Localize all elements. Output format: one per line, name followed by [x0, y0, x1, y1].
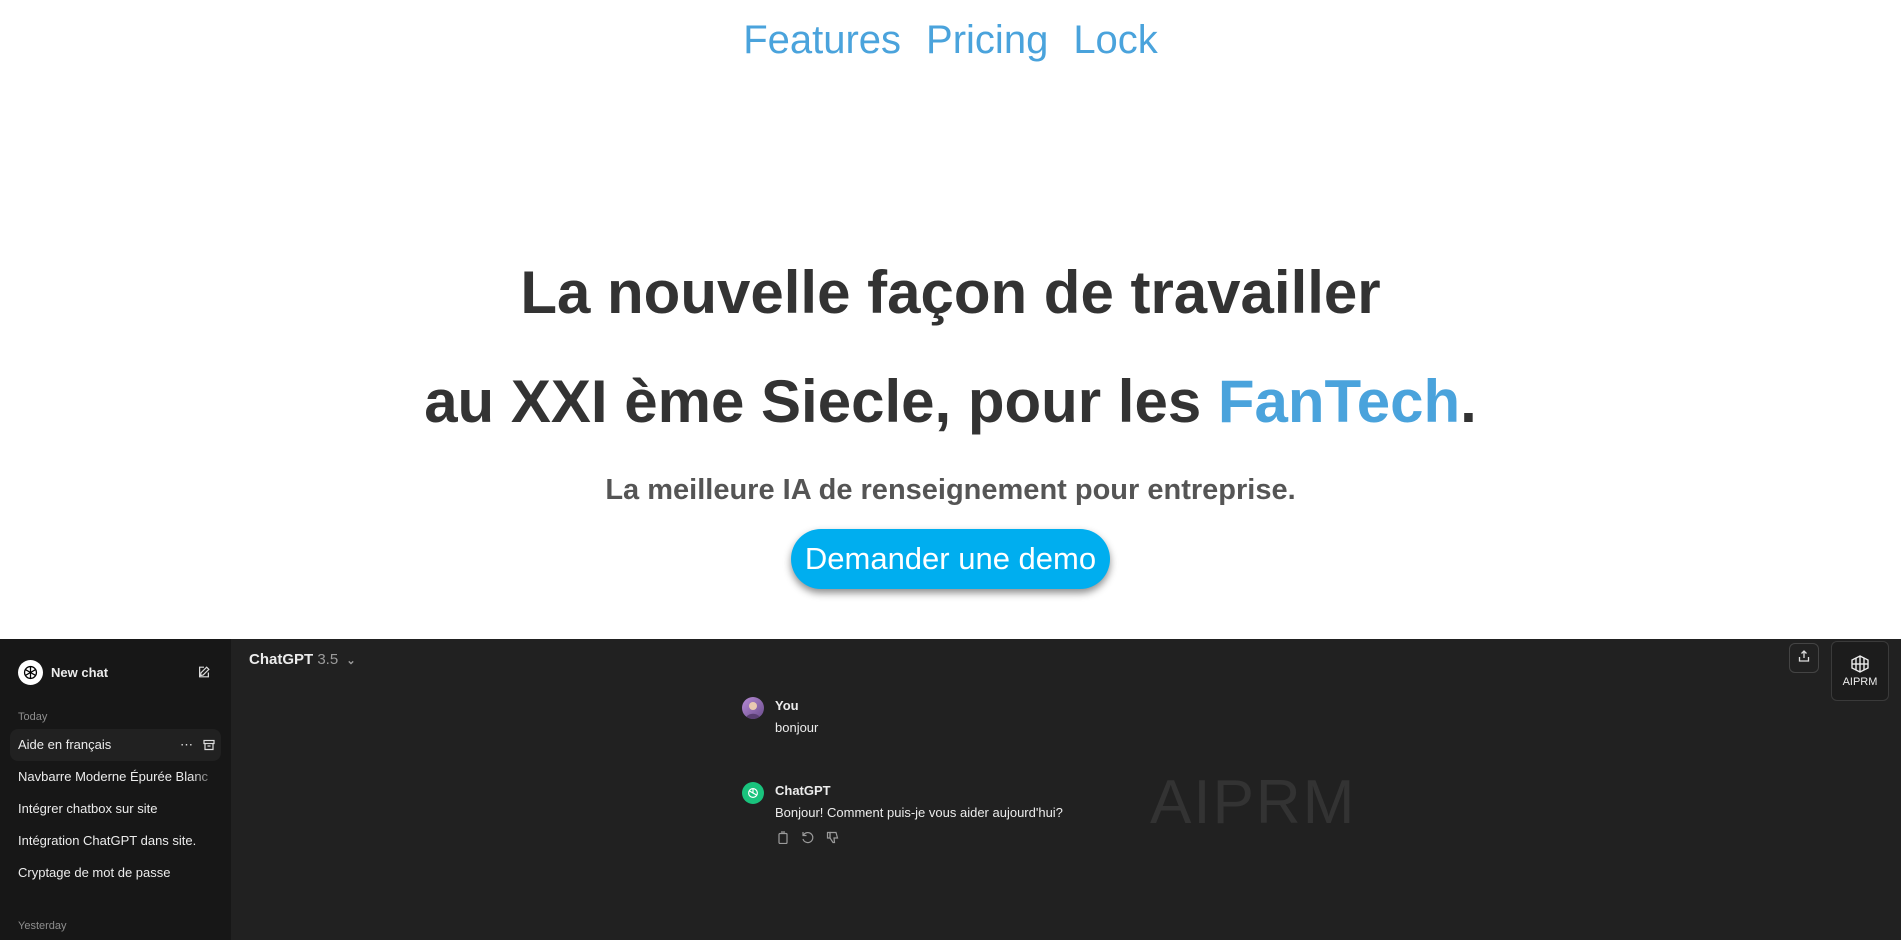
user-message-text: bonjour [775, 720, 819, 735]
hero: La nouvelle façon de travailler au XXI è… [0, 238, 1901, 589]
chat-item-integration[interactable]: Intégration ChatGPT dans site. [10, 825, 221, 857]
new-chat-label: New chat [51, 664, 109, 680]
assistant-name: ChatGPT [775, 783, 831, 798]
fade-overlay [191, 761, 221, 793]
assistant-message-text: Bonjour! Comment puis-je vous aider aujo… [775, 805, 1063, 820]
model-selector[interactable]: ChatGPT 3.5 ⌄ [249, 651, 356, 668]
archive-icon[interactable] [203, 729, 215, 761]
request-demo-button[interactable]: Demander une demo [790, 529, 1111, 589]
chat-main: ChatGPT 3.5 ⌄ AIPRM You bonjour ChatGPT … [231, 639, 1901, 940]
nav-link-pricing[interactable]: Pricing [926, 18, 1048, 63]
thumbs-down-icon[interactable] [825, 830, 840, 845]
chevron-down-icon: ⌄ [346, 655, 356, 667]
chatgpt-avatar-icon [742, 782, 764, 804]
aiprm-watermark: AIPRM [1150, 768, 1357, 837]
user-name: You [775, 698, 799, 713]
openai-logo-icon [18, 659, 43, 685]
chat-item-label: Intégration ChatGPT dans site. [18, 833, 197, 848]
chat-item-aide[interactable]: Aide en français ⋯ [10, 729, 221, 761]
chat-item-navbarre[interactable]: Navbarre Moderne Épurée Blanc [10, 761, 221, 793]
share-icon [1797, 649, 1811, 668]
top-nav: Features Pricing Lock [0, 18, 1901, 63]
hero-line-2-prefix: au XXI ème Siecle, pour les [424, 368, 1218, 435]
more-options-icon[interactable]: ⋯ [180, 729, 193, 761]
nav-link-lock[interactable]: Lock [1073, 18, 1158, 63]
chatgpt-app: New chat Today Aide en français ⋯ Navbar… [0, 639, 1901, 940]
nav-link-features[interactable]: Features [743, 18, 901, 63]
hero-line-1: La nouvelle façon de travailler [520, 259, 1381, 326]
model-name: ChatGPT [249, 651, 314, 668]
new-chat-edit-icon[interactable] [195, 663, 213, 681]
chat-item-label: Aide en français [18, 737, 112, 752]
chat-item-label: Intégrer chatbox sur site [18, 801, 158, 816]
chat-item-actions: ⋯ [180, 729, 215, 761]
brand-name: FanTech [1217, 368, 1461, 435]
share-button[interactable] [1789, 643, 1819, 673]
aiprm-label: AIPRM [1842, 675, 1878, 688]
chat-item-integrer[interactable]: Intégrer chatbox sur site [10, 793, 221, 825]
regenerate-icon[interactable] [800, 830, 815, 845]
section-yesterday: Yesterday [18, 920, 67, 932]
hero-subtitle: La meilleure IA de renseignement pour en… [605, 474, 1296, 506]
user-avatar [742, 697, 764, 719]
chat-item-label: Cryptage de mot de passe [18, 865, 171, 880]
aiprm-button[interactable]: AIPRM [1831, 641, 1889, 701]
user-message: You bonjour [742, 697, 1342, 741]
new-chat-row[interactable]: New chat [10, 651, 221, 693]
hero-heading: La nouvelle façon de travailler au XXI è… [0, 238, 1901, 456]
section-today: Today [18, 711, 48, 723]
aiprm-logo-icon [1850, 654, 1870, 676]
copy-icon[interactable] [775, 830, 790, 845]
model-version: 3.5 [317, 651, 339, 668]
message-actions [775, 830, 840, 845]
chat-item-label: Navbarre Moderne Épurée Blanc [18, 769, 209, 784]
sidebar: New chat Today Aide en français ⋯ Navbar… [0, 639, 231, 940]
hero-line-2-suffix: . [1460, 368, 1477, 435]
chat-item-cryptage[interactable]: Cryptage de mot de passe [10, 857, 221, 889]
